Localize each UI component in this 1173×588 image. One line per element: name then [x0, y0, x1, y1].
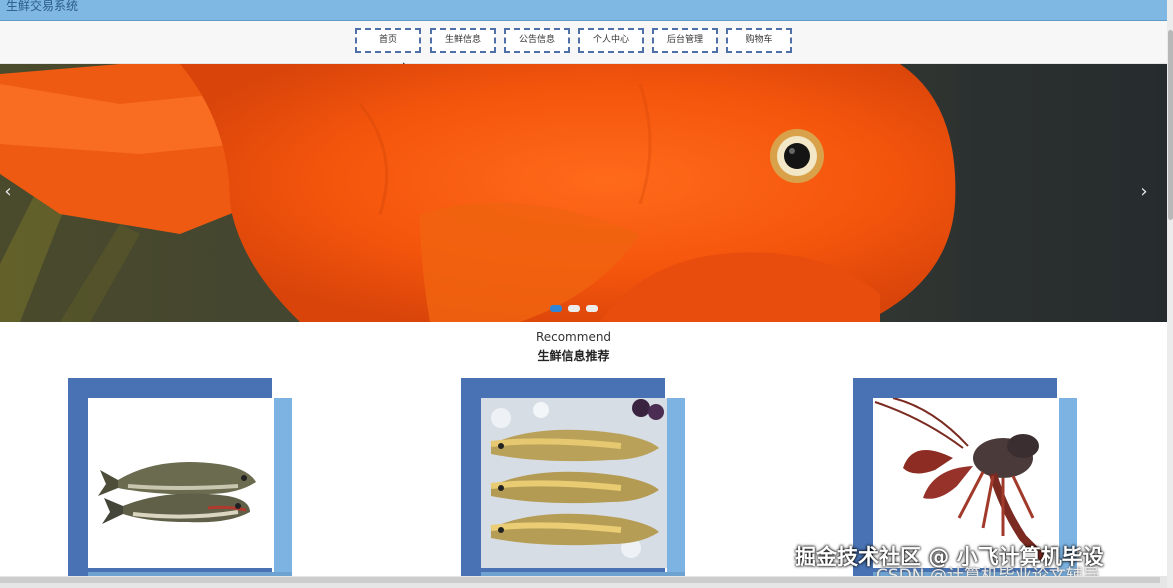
- product-card-1[interactable]: [68, 378, 292, 588]
- app-title: 生鲜交易系统: [6, 0, 79, 13]
- nav-item-cart[interactable]: 购物车: [726, 28, 792, 53]
- nav-item-personal-center[interactable]: 个人中心: [578, 28, 644, 53]
- product-image-yellow-croaker[interactable]: [481, 398, 667, 568]
- top-title-bar: 生鲜交易系统: [0, 0, 1173, 21]
- product-card-2[interactable]: [461, 378, 685, 588]
- banner-carousel[interactable]: ‹ ›: [0, 64, 1167, 322]
- carousel-dot-2[interactable]: [568, 305, 580, 312]
- banner-fish-image: [0, 64, 1167, 322]
- nav-item-notices[interactable]: 公告信息: [504, 28, 570, 53]
- main-nav: 首页 生鲜信息 公告信息 个人中心 后台管理 购物车: [0, 21, 1167, 64]
- horizontal-scrollbar-thumb[interactable]: [0, 577, 1160, 583]
- carousel-next-icon[interactable]: ›: [1136, 181, 1152, 202]
- carousel-dot-1[interactable]: [550, 305, 562, 312]
- nav-item-admin[interactable]: 后台管理: [652, 28, 718, 53]
- nav-item-home[interactable]: 首页: [355, 28, 421, 53]
- product-image-carp[interactable]: [88, 398, 274, 568]
- carousel-dot-3[interactable]: [586, 305, 598, 312]
- vertical-scrollbar-thumb[interactable]: [1168, 30, 1173, 220]
- section-title-en: Recommend: [535, 330, 612, 344]
- section-title-zh: 生鲜信息推荐: [537, 349, 610, 363]
- nav-item-fresh-info[interactable]: 生鲜信息: [430, 28, 496, 53]
- carousel-prev-icon[interactable]: ‹: [0, 181, 16, 202]
